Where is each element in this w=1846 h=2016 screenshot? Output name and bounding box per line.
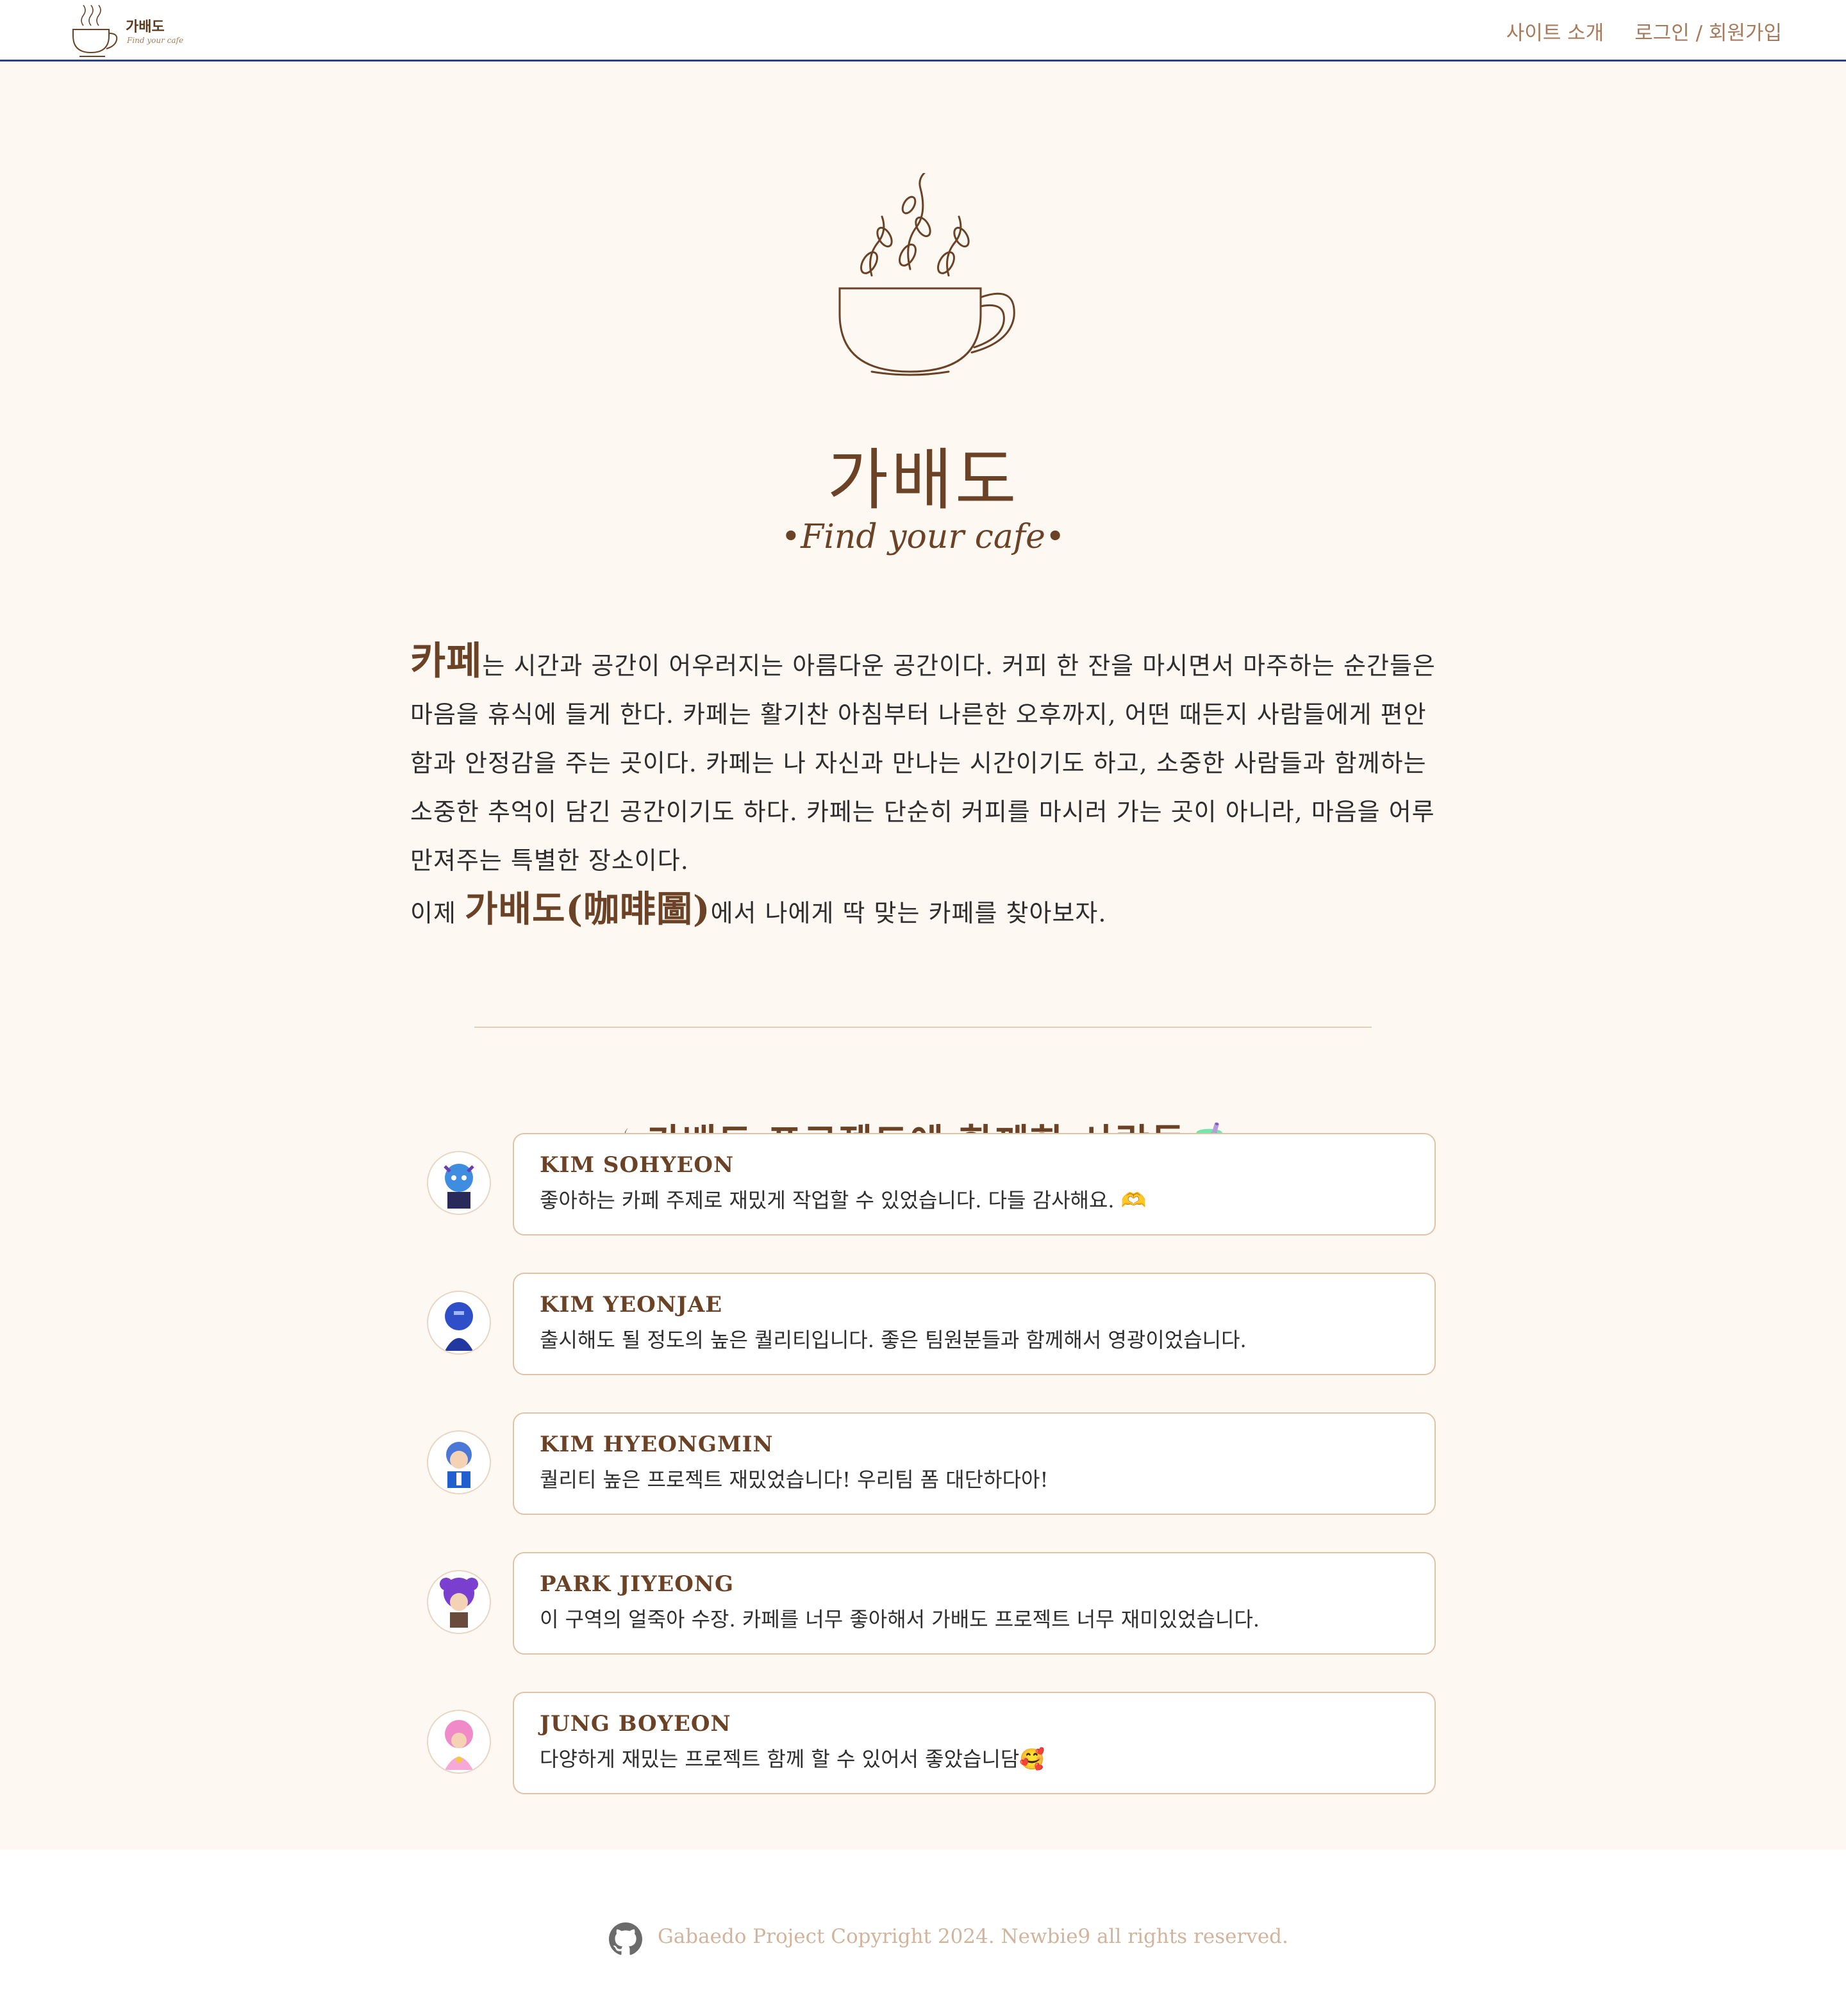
coffee-cup-illustration-icon	[838, 173, 1015, 376]
avatar	[427, 1710, 491, 1774]
pixel-avatar-icon	[444, 1164, 474, 1209]
member-message: 좋아하는 카페 주제로 재밌게 작업할 수 있었습니다. 다들 감사해요. 🫶	[540, 1188, 1147, 1212]
top-navigation-bar: 가배도 Find your cafe 사이트 소개 로그인 / 회원가입	[0, 0, 1846, 62]
avatar	[427, 1291, 491, 1355]
intro-paragraph: 카페는 시간과 공간이 어우러지는 아름다운 공간이다. 커피 한 잔을 마시면…	[410, 637, 1436, 938]
member-comment-card: KIM HYEONGMIN 퀄리티 높은 프로젝트 재밌었습니다! 우리팀 폼 …	[513, 1412, 1436, 1515]
member-comment-card: KIM YEONJAE 출시해도 될 정도의 높은 퀄리티입니다. 좋은 팀원분…	[513, 1273, 1436, 1375]
member-message: 출시해도 될 정도의 높은 퀄리티입니다. 좋은 팀원분들과 함께해서 영광이었…	[540, 1328, 1247, 1352]
member-card-park-jiyeong: PARK JIYEONG 이 구역의 얼죽아 수장. 카페를 너무 좋아해서 가…	[427, 1552, 1436, 1655]
copyright-text: Gabaedo Project Copyright 2024. Newbie9 …	[658, 1925, 1288, 1948]
nav-link-about[interactable]: 사이트 소개	[1506, 22, 1604, 45]
github-icon[interactable]	[609, 1922, 642, 1956]
intro-closing-highlight: 가배도(咖啡圖)	[465, 888, 711, 930]
avatar	[427, 1430, 491, 1494]
page-footer: Gabaedo Project Copyright 2024. Newbie9 …	[0, 1922, 1846, 1961]
brand-name: 가배도	[126, 19, 165, 35]
pixel-avatar-icon	[445, 1302, 473, 1351]
member-name: KIM HYEONGMIN	[540, 1432, 774, 1457]
intro-closing-suffix: 에서 나에게 딱 맞는 카페를 찾아보자.	[710, 899, 1107, 927]
intro-lead-word: 카페	[410, 639, 483, 684]
pixel-avatar-icon	[446, 1442, 472, 1488]
member-name: JUNG BOYEON	[540, 1711, 731, 1737]
member-comment-card: PARK JIYEONG 이 구역의 얼죽아 수장. 카페를 너무 좋아해서 가…	[513, 1552, 1436, 1655]
member-message: 퀄리티 높은 프로젝트 재밌었습니다! 우리팀 폼 대단하다아!	[540, 1467, 1049, 1492]
intro-closing-prefix: 이제	[410, 899, 465, 927]
member-name: KIM SOHYEON	[540, 1152, 735, 1178]
member-comment-card: KIM SOHYEON 좋아하는 카페 주제로 재밌게 작업할 수 있었습니다.…	[513, 1133, 1436, 1235]
intro-body-text: 는 시간과 공간이 어우러지는 아름다운 공간이다. 커피 한 잔을 마시면서 …	[410, 652, 1436, 875]
member-name: KIM YEONJAE	[540, 1292, 723, 1318]
member-card-kim-sohyeon: KIM SOHYEON 좋아하는 카페 주제로 재밌게 작업할 수 있었습니다.…	[427, 1133, 1436, 1235]
member-card-kim-hyeongmin: KIM HYEONGMIN 퀄리티 높은 프로젝트 재밌었습니다! 우리팀 폼 …	[427, 1412, 1436, 1515]
nav-link-login-signup[interactable]: 로그인 / 회원가입	[1634, 22, 1782, 45]
member-card-jung-boyeon: JUNG BOYEON 다양하게 재밌는 프로젝트 함께 할 수 있어서 좋았습…	[427, 1692, 1436, 1794]
hero-title: 가배도	[827, 441, 1019, 519]
pixel-avatar-icon	[445, 1720, 473, 1770]
pixel-avatar-icon	[440, 1578, 478, 1628]
member-message: 다양하게 재밌는 프로젝트 함께 할 수 있어서 좋았습니담🥰	[540, 1747, 1045, 1771]
brand-logo-link[interactable]: 가배도 Find your cafe	[69, 3, 197, 59]
hero-tagline: •Find your cafe•	[781, 518, 1065, 556]
brand-tagline: Find your cafe	[127, 36, 184, 45]
member-comment-card: JUNG BOYEON 다양하게 재밌는 프로젝트 함께 할 수 있어서 좋았습…	[513, 1692, 1436, 1794]
coffee-cup-logo-icon	[72, 4, 118, 57]
member-card-kim-yeonjae: KIM YEONJAE 출시해도 될 정도의 높은 퀄리티입니다. 좋은 팀원분…	[427, 1273, 1436, 1375]
avatar	[427, 1151, 491, 1215]
avatar	[427, 1570, 491, 1634]
main-content: 가배도 •Find your cafe• 카페는 시간과 공간이 어우러지는 아…	[0, 62, 1846, 1849]
section-divider	[474, 1027, 1372, 1028]
member-name: PARK JIYEONG	[540, 1571, 735, 1597]
member-message: 이 구역의 얼죽아 수장. 카페를 너무 좋아해서 가배도 프로젝트 너무 재미…	[540, 1607, 1260, 1632]
main-nav: 사이트 소개 로그인 / 회원가입	[1482, 17, 1782, 45]
